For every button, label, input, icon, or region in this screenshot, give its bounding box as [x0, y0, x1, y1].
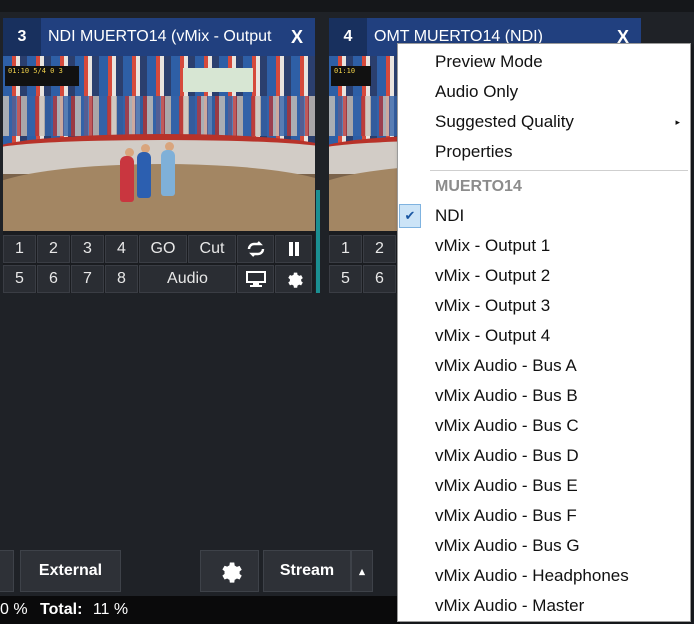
overlay-1-button[interactable]: 1	[3, 235, 36, 263]
stream-dropdown-button[interactable]: ▴	[351, 550, 373, 592]
menu-source-item[interactable]: vMix Audio - Bus E	[398, 471, 690, 501]
status-total-value: 11 %	[92, 601, 129, 618]
scorebug: 01:10	[331, 66, 371, 86]
checkmark-icon: ✔	[399, 204, 421, 228]
cut-button[interactable]: Cut	[188, 235, 236, 263]
overlay-7-button[interactable]: 7	[71, 265, 104, 293]
context-menu[interactable]: Preview Mode Audio Only Suggested Qualit…	[397, 43, 691, 622]
wrestler-figure	[137, 152, 151, 198]
menu-source-item[interactable]: vMix Audio - Bus D	[398, 441, 690, 471]
input-panel-3[interactable]: 3 NDI MUERTO14 (vMix - Output 1) X 01:10…	[3, 18, 315, 293]
stream-button[interactable]: Stream	[263, 550, 351, 592]
menu-item-label: NDI	[435, 206, 465, 225]
menu-section-header: MUERTO14	[435, 178, 522, 195]
submenu-arrow-icon: ▸	[675, 117, 680, 127]
top-strip	[0, 0, 694, 12]
overlay-1-button[interactable]: 1	[329, 235, 362, 263]
input-title-bar[interactable]: 3 NDI MUERTO14 (vMix - Output 1) X	[3, 18, 315, 56]
input-title: NDI MUERTO14 (vMix - Output 1)	[48, 28, 276, 45]
overlay-3-button[interactable]: 3	[71, 235, 104, 263]
external-button[interactable]: External	[20, 550, 121, 592]
pause-icon[interactable]	[275, 235, 312, 263]
input-number: 4	[329, 18, 367, 56]
pause-icon-glyph	[288, 242, 299, 256]
overlay-5-button[interactable]: 5	[3, 265, 36, 293]
toolbar-button-partial[interactable]	[0, 550, 14, 592]
status-bar: 0 % Total: 11 %	[0, 596, 400, 624]
menu-separator	[430, 170, 688, 171]
video-sand-floor	[3, 164, 315, 231]
menu-item-suggested-quality[interactable]: Suggested Quality ▸	[398, 107, 690, 137]
menu-source-item[interactable]: vMix Audio - Bus A	[398, 351, 690, 381]
menu-source-item[interactable]: vMix Audio - Bus F	[398, 501, 690, 531]
gear-icon-glyph	[287, 272, 303, 288]
input-button-grid: 1 2 3 4 GO Cut 5 6 7 8 Audio	[3, 235, 315, 293]
settings-gear-icon[interactable]	[200, 550, 259, 592]
menu-source-item[interactable]: vMix - Output 4	[398, 321, 690, 351]
status-left-fragment: 0 %	[0, 601, 28, 618]
wrestler-figure	[120, 156, 134, 202]
menu-source-item[interactable]: vMix Audio - Headphones	[398, 561, 690, 591]
menu-item-audio-only[interactable]: Audio Only	[398, 77, 690, 107]
menu-item-properties[interactable]: Properties	[398, 137, 690, 167]
scorebug: 01:10 5/4 0 3	[5, 66, 79, 86]
gear-icon[interactable]	[275, 265, 312, 293]
menu-source-item[interactable]: vMix Audio - Bus G	[398, 531, 690, 561]
go-button[interactable]: GO	[139, 235, 187, 263]
overlay-6-button[interactable]: 6	[363, 265, 396, 293]
gear-icon	[221, 562, 242, 583]
menu-source-ndi[interactable]: ✔ NDI	[398, 201, 690, 231]
menu-source-item[interactable]: vMix Audio - Master	[398, 591, 690, 621]
overlay-2-button[interactable]: 2	[363, 235, 396, 263]
overlay-2-button[interactable]: 2	[37, 235, 70, 263]
loop-icon-glyph	[247, 241, 264, 257]
audio-button[interactable]: Audio	[139, 265, 236, 293]
video-crowd	[3, 96, 315, 136]
menu-source-item[interactable]: vMix - Output 2	[398, 261, 690, 291]
overlay-5-button[interactable]: 5	[329, 265, 362, 293]
status-total-label: Total:	[40, 601, 83, 618]
loop-icon[interactable]	[237, 235, 274, 263]
menu-item-preview-mode[interactable]: Preview Mode	[398, 47, 690, 77]
monitor-icon-glyph	[245, 271, 266, 287]
scroll-indicator[interactable]	[316, 190, 320, 293]
menu-source-item[interactable]: vMix - Output 1	[398, 231, 690, 261]
menu-source-item[interactable]: vMix Audio - Bus C	[398, 411, 690, 441]
menu-source-item[interactable]: vMix Audio - Bus B	[398, 381, 690, 411]
overlay-6-button[interactable]: 6	[37, 265, 70, 293]
video-ad-board	[183, 68, 253, 92]
close-icon[interactable]: X	[279, 18, 315, 56]
input-number: 3	[3, 18, 41, 56]
overlay-4-button[interactable]: 4	[105, 235, 138, 263]
input-preview-video[interactable]: 01:10 5/4 0 3	[3, 56, 315, 231]
monitor-icon[interactable]	[237, 265, 274, 293]
overlay-8-button[interactable]: 8	[105, 265, 138, 293]
referee-figure	[161, 150, 175, 196]
menu-source-item[interactable]: vMix - Output 3	[398, 291, 690, 321]
menu-item-label: Suggested Quality	[435, 112, 574, 131]
